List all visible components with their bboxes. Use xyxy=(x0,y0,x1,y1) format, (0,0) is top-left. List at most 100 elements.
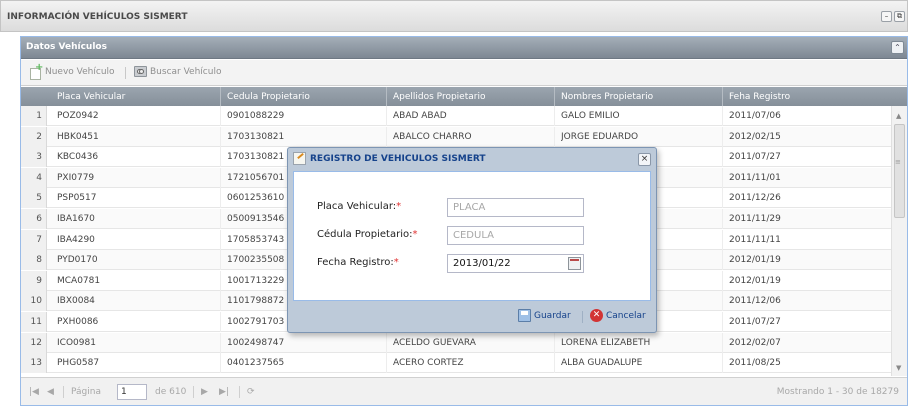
row-number: 4 xyxy=(21,167,47,188)
cell-fecha: 2011/07/06 xyxy=(729,111,781,121)
cedula-input[interactable]: CEDULA xyxy=(447,226,584,245)
column-header-nombres[interactable]: Nombres Propietario xyxy=(561,92,653,102)
refresh-icon[interactable]: ⟳ xyxy=(247,387,255,397)
cell-fecha: 2012/02/07 xyxy=(729,337,781,348)
app-window: INFORMACIÓN VEHÍCULOS SISMERT – ⧉ Datos … xyxy=(0,0,908,413)
vehicle-registration-dialog: REGISTRO DE VEHICULOS SISMERT × Placa Ve… xyxy=(287,147,657,333)
cell-placa: PSP0517 xyxy=(57,193,97,204)
cell-cedula: 0901088229 xyxy=(227,111,285,121)
cell-divider xyxy=(220,147,221,168)
cell-divider xyxy=(722,353,723,374)
table-row[interactable]: 1 POZ0942 0901088229 ABAD ABAD GALO EMILIO 20… xyxy=(21,106,891,126)
fecha-input[interactable]: 2013/01/22 xyxy=(447,254,584,273)
cell-divider xyxy=(220,229,221,250)
column-header-cedula[interactable]: Cedula Propietario xyxy=(227,92,310,102)
cell-divider xyxy=(722,332,723,353)
cell-divider xyxy=(386,353,387,374)
restore-icon[interactable]: ⧉ xyxy=(894,11,905,22)
fecha-label-text: Fecha Registro: xyxy=(317,257,394,268)
cell-fecha: 2011/11/29 xyxy=(729,214,781,224)
new-vehicle-button[interactable]: Nuevo Vehículo xyxy=(29,62,115,80)
calendar-icon[interactable] xyxy=(568,257,581,270)
cell-apellidos: ACERO CORTEZ xyxy=(393,358,464,369)
cell-nombres: LORENA ELIZABETH xyxy=(561,337,651,348)
save-label: Guardar xyxy=(534,310,571,321)
cell-divider xyxy=(220,188,221,209)
save-icon xyxy=(518,309,531,322)
column-divider xyxy=(722,87,723,106)
cell-placa: PXI0779 xyxy=(57,172,95,183)
row-number: 7 xyxy=(21,229,47,250)
dialog-title: REGISTRO DE VEHICULOS SISMERT xyxy=(310,154,486,164)
window-header: INFORMACIÓN VEHÍCULOS SISMERT – ⧉ xyxy=(0,0,908,32)
column-header-fecha[interactable]: Feha Registro xyxy=(729,92,790,102)
cell-divider xyxy=(220,270,221,291)
cell-fecha: 2011/11/01 xyxy=(729,172,781,183)
cell-divider xyxy=(386,126,387,147)
last-page-icon[interactable]: ▶| xyxy=(219,387,229,397)
cancel-button[interactable]: ✕ Cancelar xyxy=(590,309,646,322)
table-row[interactable]: 13 PHG0587 0401237565 ACERO CORTEZ ALBA GUAD… xyxy=(21,353,891,374)
cell-placa: PXH0086 xyxy=(57,317,99,327)
cell-fecha: 2011/07/27 xyxy=(729,317,781,327)
paging-status: Mostrando 1 - 30 de 18279 xyxy=(776,387,899,397)
row-number: 6 xyxy=(21,209,47,229)
cell-fecha: 2011/12/26 xyxy=(729,193,781,204)
search-vehicle-label: Buscar Vehículo xyxy=(150,66,222,77)
cancel-label: Cancelar xyxy=(606,310,646,321)
minimize-icon[interactable]: – xyxy=(881,11,892,22)
cell-placa: IBX0084 xyxy=(57,296,95,307)
grid-toolbar: Nuevo Vehículo Buscar Vehículo xyxy=(21,60,907,86)
cell-fecha: 2012/01/19 xyxy=(729,255,781,266)
search-vehicle-button[interactable]: Buscar Vehículo xyxy=(134,66,221,77)
placa-label: Placa Vehicular:* xyxy=(317,201,401,212)
cell-apellidos: ABAD ABAD xyxy=(393,111,447,121)
pager-separator xyxy=(193,386,194,398)
scroll-down-icon[interactable]: ▼ xyxy=(896,364,901,372)
row-number: 3 xyxy=(21,147,47,168)
placa-label-text: Placa Vehicular: xyxy=(317,201,397,212)
table-row[interactable]: 12 ICO0981 1002498747 ACELDO GUEVARA LORENA … xyxy=(21,332,891,353)
window-title: INFORMACIÓN VEHÍCULOS SISMERT xyxy=(7,12,188,22)
scroll-up-icon[interactable]: ▲ xyxy=(896,112,901,120)
cell-divider xyxy=(220,332,221,353)
next-page-icon[interactable]: ▶ xyxy=(201,387,208,397)
cell-divider xyxy=(722,106,723,126)
cell-nombres: GALO EMILIO xyxy=(561,111,620,121)
cell-fecha: 2011/11/11 xyxy=(729,234,781,245)
save-button[interactable]: Guardar xyxy=(518,309,571,322)
cell-divider xyxy=(722,188,723,209)
page-number-input[interactable]: 1 xyxy=(117,384,147,400)
cedula-label: Cédula Propietario:* xyxy=(317,229,417,240)
cell-cedula: 1002498747 xyxy=(227,337,285,348)
close-icon[interactable]: × xyxy=(638,153,651,166)
dialog-header: REGISTRO DE VEHICULOS SISMERT × xyxy=(288,148,656,170)
column-header-placa[interactable]: Placa Vehicular xyxy=(57,92,125,102)
cell-divider xyxy=(220,250,221,271)
column-divider xyxy=(554,87,555,106)
vertical-scrollbar[interactable]: ▲ ≡ ▼ xyxy=(891,106,907,376)
cell-fecha: 2011/08/25 xyxy=(729,358,781,369)
cell-placa: IBA4290 xyxy=(57,234,95,245)
new-document-icon xyxy=(29,62,43,80)
column-header-apellidos[interactable]: Apellidos Propietario xyxy=(393,92,485,102)
required-mark: * xyxy=(396,201,402,212)
cell-placa: POZ0942 xyxy=(57,111,99,121)
collapse-icon[interactable]: ⌃ xyxy=(891,41,904,54)
cell-placa: ICO0981 xyxy=(57,337,96,348)
toolbar-separator xyxy=(125,67,126,79)
cell-divider xyxy=(386,332,387,353)
placa-input[interactable]: PLACA xyxy=(447,198,584,217)
table-row[interactable]: 2 HBK0451 1703130821 ABALCO CHARRO JORGE EDU… xyxy=(21,126,891,147)
cell-divider xyxy=(386,106,387,126)
prev-page-icon[interactable]: ◀ xyxy=(47,387,54,397)
cell-placa: HBK0451 xyxy=(57,131,99,142)
cell-divider xyxy=(722,250,723,271)
first-page-icon[interactable]: |◀ xyxy=(29,387,39,397)
cedula-label-text: Cédula Propietario: xyxy=(317,229,413,240)
scroll-thumb[interactable] xyxy=(894,124,905,218)
cell-divider xyxy=(220,106,221,126)
cell-divider xyxy=(722,209,723,229)
cell-divider xyxy=(722,126,723,147)
cell-placa: MCA0781 xyxy=(57,275,101,286)
